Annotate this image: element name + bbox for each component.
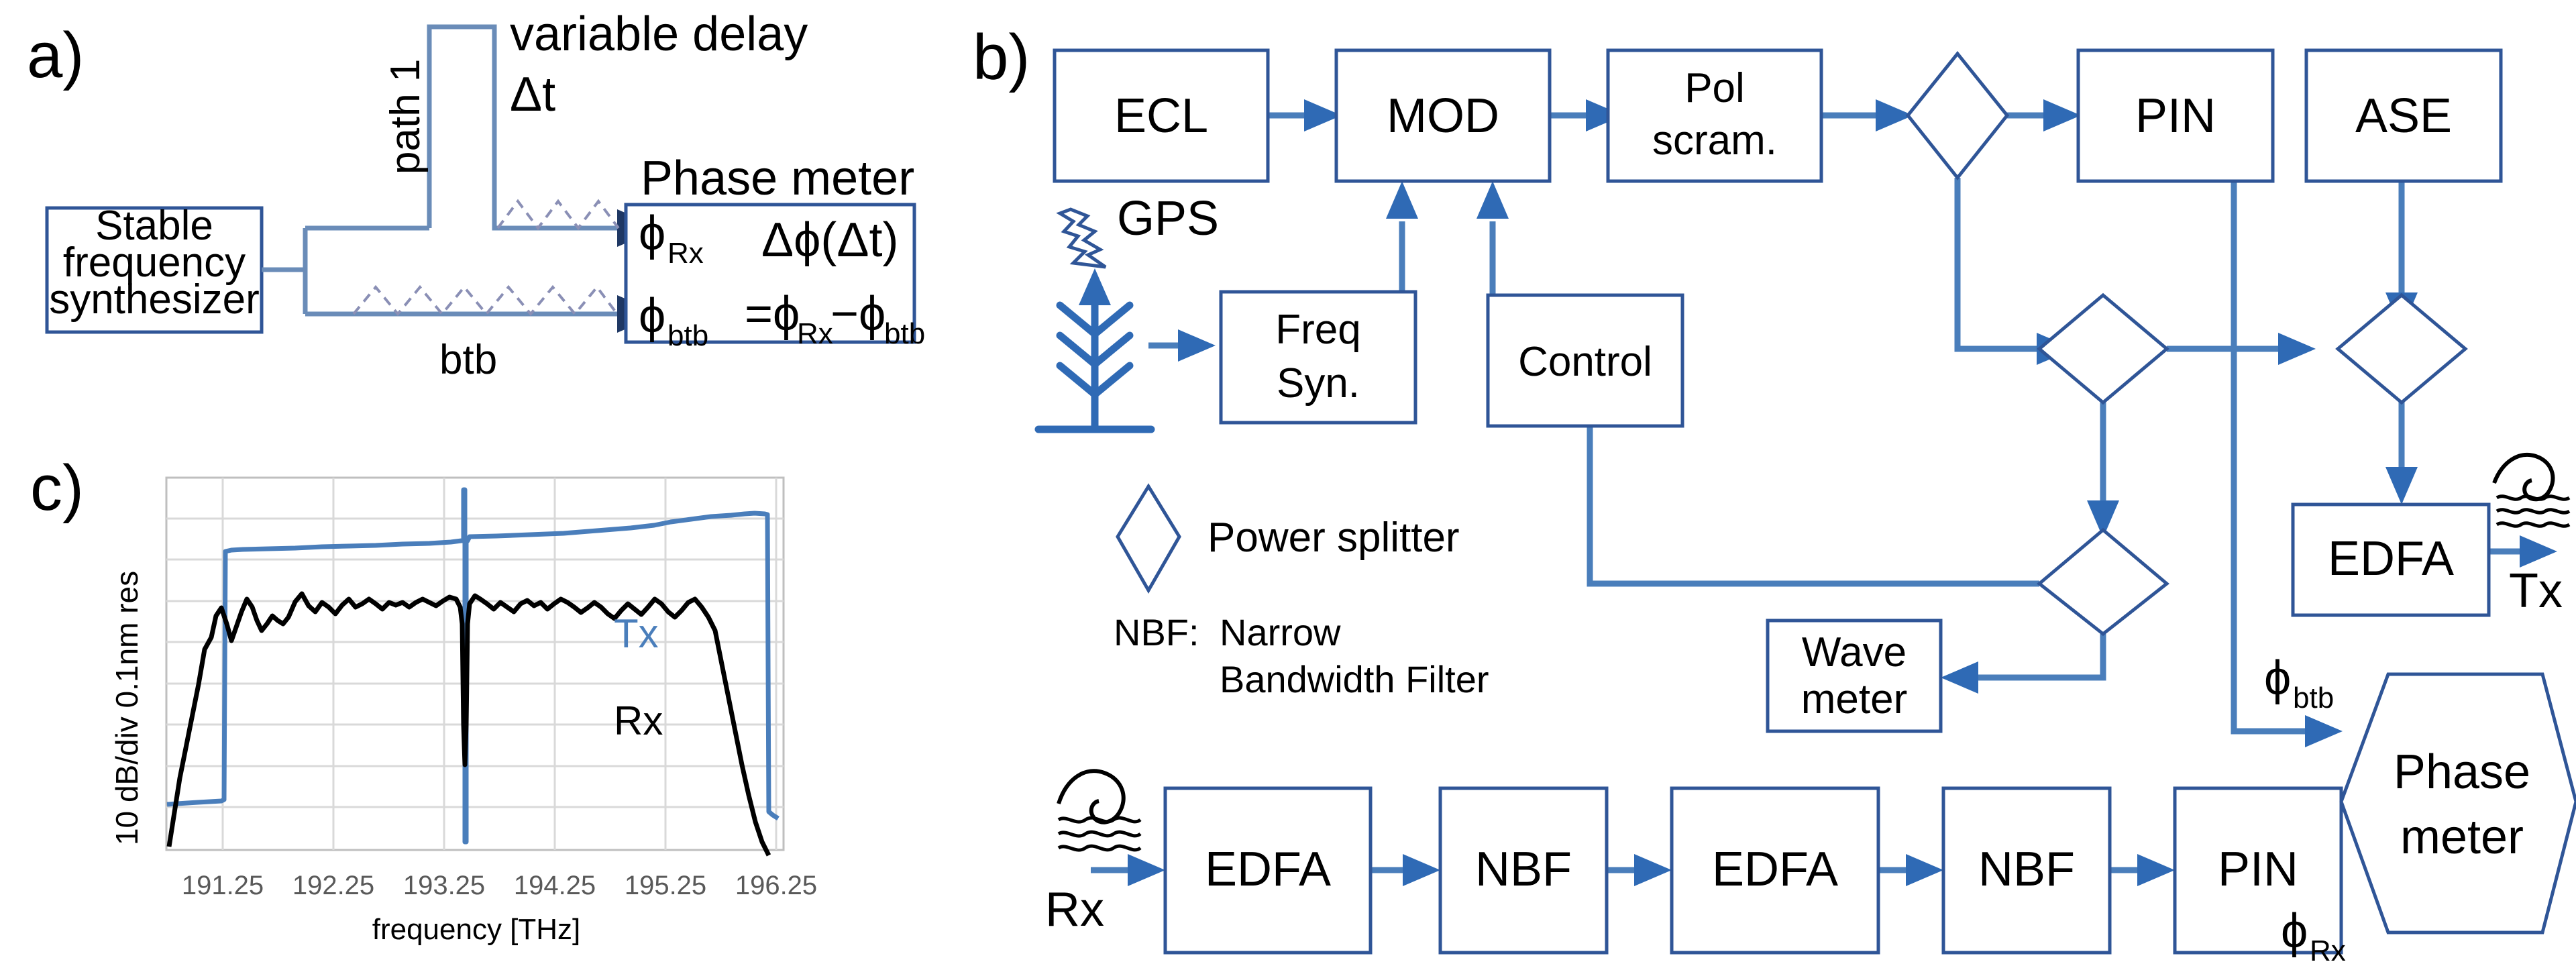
pin-top-label: PIN xyxy=(2135,89,2216,143)
power-splitter-3 xyxy=(2335,292,2468,405)
wave-meter-line2: meter xyxy=(1801,676,1907,723)
phi-btb-symbol-panel-b: ϕ xyxy=(2264,651,2291,705)
phase-meter-hexagon xyxy=(2339,672,2576,934)
phase-meter-line2: meter xyxy=(2400,810,2524,864)
pin-rx-label: PIN xyxy=(2218,843,2298,896)
edfa-rx1-label: EDFA xyxy=(1205,843,1331,896)
wave-meter-line1: Wave xyxy=(1802,629,1907,676)
phi-rx-symbol-panel-b: ϕ xyxy=(2281,904,2308,958)
nbf-legend-key: NBF: xyxy=(1114,611,1199,653)
edfa-tx-label: EDFA xyxy=(2328,532,2454,586)
gps-lightning-bolt-icon xyxy=(1056,207,1107,269)
phi-rx-subscript-panel-b: Rx xyxy=(2310,934,2346,962)
gps-label: GPS xyxy=(1117,192,1219,246)
freq-syn-line1: Freq xyxy=(1275,307,1360,353)
gps-antenna-icon xyxy=(1034,268,1155,433)
sea-wave-icon-rx xyxy=(1057,769,1142,852)
nbf2-label: NBF xyxy=(1978,843,2075,896)
figure-root: a) Stable frequency synthesizer path 1 v… xyxy=(0,0,2576,962)
rx-input-label: Rx xyxy=(1045,883,1104,937)
pol-scram-line2: scram. xyxy=(1652,117,1777,164)
ecl-label: ECL xyxy=(1114,89,1208,143)
phi-btb-subscript-panel-b: btb xyxy=(2293,682,2334,714)
pol-scram-line1: Pol xyxy=(1684,65,1745,111)
panel-b-letter: b) xyxy=(973,21,1030,93)
panel-b-layer: b) ECL MOD Pol scram. PIN ASE Freq Syn. … xyxy=(973,21,2576,962)
power-splitter-2 xyxy=(2037,292,2169,405)
power-splitter-1 xyxy=(1905,51,2010,181)
nbf-legend-line2: Bandwidth Filter xyxy=(1220,658,1489,700)
control-label: Control xyxy=(1518,339,1652,385)
freq-syn-line2: Syn. xyxy=(1277,360,1360,407)
sea-wave-icon-tx xyxy=(2492,453,2571,528)
mod-label: MOD xyxy=(1387,89,1499,143)
power-splitter-legend-icon xyxy=(1116,483,1181,594)
edfa-rx2-label: EDFA xyxy=(1712,843,1838,896)
nbf1-label: NBF xyxy=(1475,843,1572,896)
power-splitter-4 xyxy=(2037,527,2169,637)
phase-meter-line1: Phase xyxy=(2394,745,2530,799)
nbf-legend-line1: Narrow xyxy=(1220,611,1341,653)
power-splitter-legend-label: Power splitter xyxy=(1208,515,1460,561)
panel-b-wiring xyxy=(1091,99,2557,886)
ase-label: ASE xyxy=(2355,89,2452,143)
tx-output-label: Tx xyxy=(2509,564,2563,618)
